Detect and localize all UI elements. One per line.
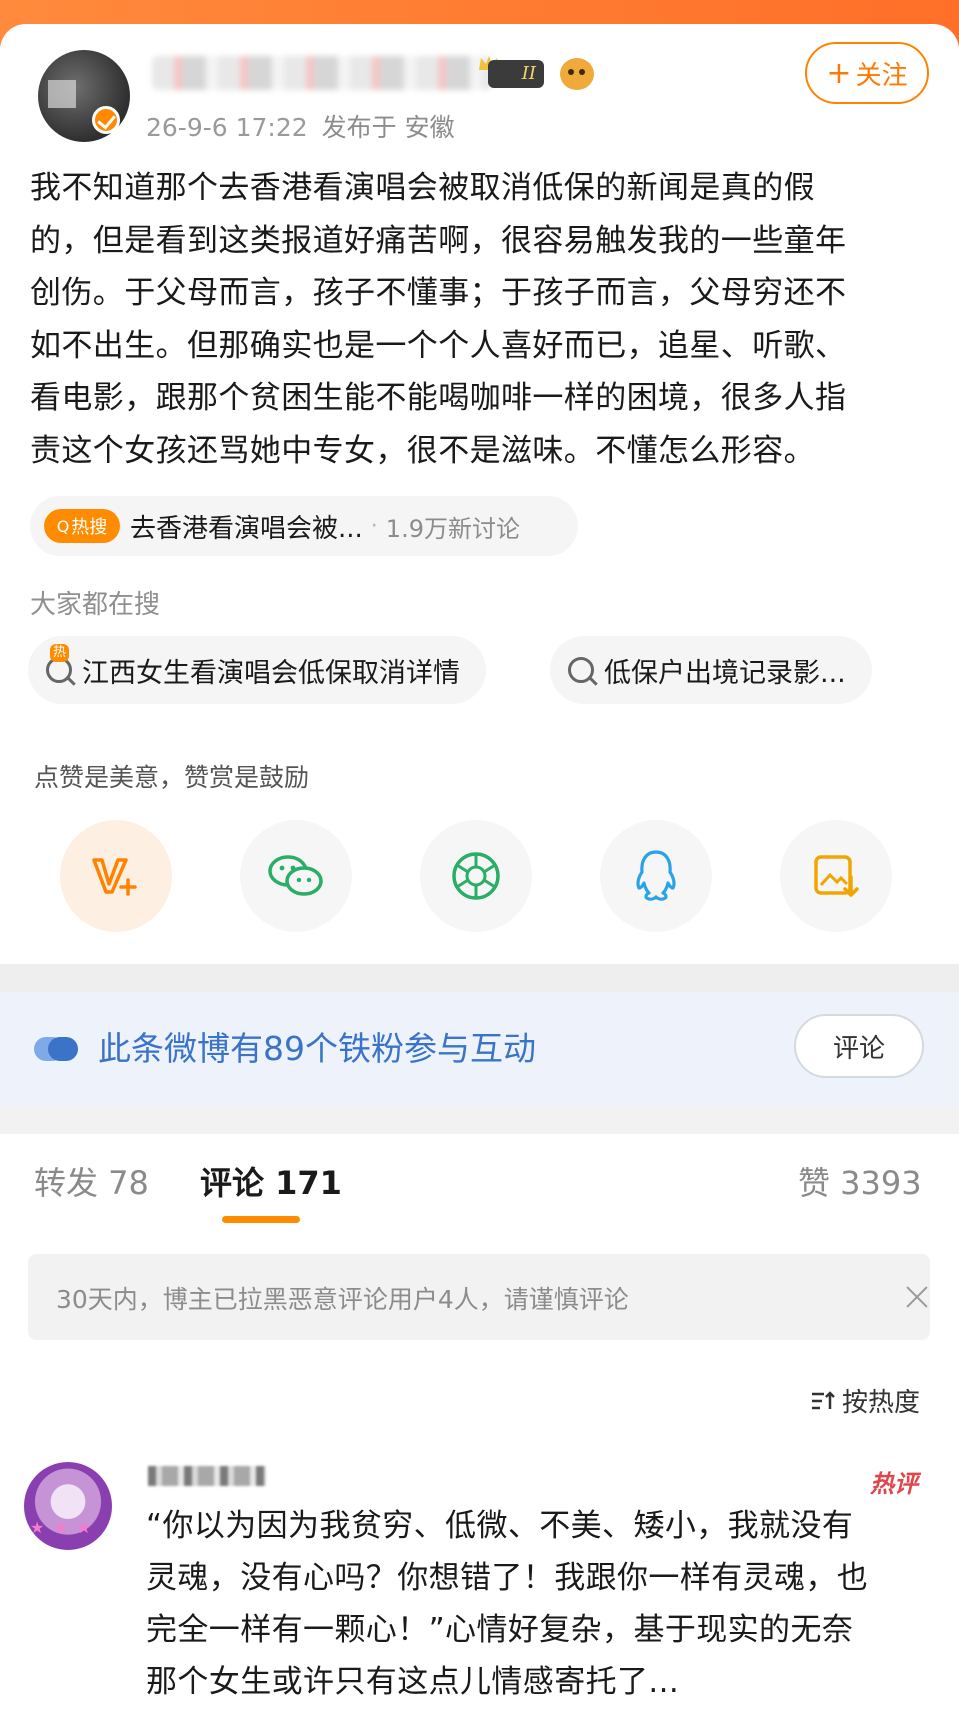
hot-topic-chip[interactable]: Q 热搜 去香港看演唱会被... · 1.9万新讨论 xyxy=(30,496,578,556)
commenter-avatar[interactable] xyxy=(24,1462,112,1550)
post-line: 的，但是看到这类报道好痛苦啊，很容易触发我的一些童年 xyxy=(30,222,847,259)
verified-badge-icon xyxy=(92,106,120,134)
trending-search-chip[interactable]: 热 江西女生看演唱会低保取消详情 xyxy=(28,636,486,704)
hot-topic-count: 1.9万新讨论 xyxy=(385,514,520,543)
moments-icon xyxy=(452,852,500,900)
section-divider xyxy=(0,964,959,992)
active-tab-indicator xyxy=(222,1216,300,1223)
follow-button[interactable]: + 关注 xyxy=(805,42,929,104)
fans-badge-icon xyxy=(34,1037,78,1061)
plus-icon: + xyxy=(826,55,852,91)
reward-tip: 点赞是美意，赞赏是鼓励 xyxy=(34,763,310,792)
post-line: 创伤。于父母而言，孩子不懂事；于孩子而言，父母穷还不 xyxy=(30,275,847,311)
fans-interaction-bar[interactable]: 此条微博有89个铁粉参与互动 评论 xyxy=(0,992,959,1106)
hot-search-label: 热搜 xyxy=(71,517,108,538)
post-line: 看电影，跟那个贫困生能不能喝咖啡一样的困境，很多人指 xyxy=(30,380,847,416)
commenter-name-blurred[interactable] xyxy=(148,1466,266,1486)
tab-repost[interactable]: 转发 78 xyxy=(34,1158,149,1204)
comment-body: “你以为因为我贫穷、低微、不美、矮小，我就没有 灵魂，没有心吗？你想错了！我跟你… xyxy=(146,1500,936,1708)
post-line: 责这个女孩还骂她中专女，很不是滋味。不懂怎么形容。 xyxy=(30,432,815,469)
hot-comment-badge: 热评 xyxy=(870,1469,918,1498)
separator: · xyxy=(370,513,378,539)
post-body: 我不知道那个去香港看演唱会被取消低保的新闻是真的假 的，但是看到这类报道好痛苦啊… xyxy=(30,162,936,477)
trending-search-text: 江西女生看演唱会低保取消详情 xyxy=(82,657,460,689)
post-line: 如不出生。但那确实也是一个个人喜好而已，追星、听歌、 xyxy=(30,327,847,364)
save-image-icon xyxy=(814,855,859,897)
vip-level-badge: II xyxy=(488,60,544,88)
comment-line: 完全一样有一颗心！”心情好复杂，基于现实的无奈 xyxy=(146,1612,854,1648)
fans-interaction-text: 此条微博有89个铁粉参与互动 xyxy=(98,1029,536,1068)
follow-label: 关注 xyxy=(855,60,908,91)
post-line: 我不知道那个去香港看演唱会被取消低保的新闻是真的假 xyxy=(30,170,815,206)
hot-mark: 热 xyxy=(50,644,70,662)
trending-searches-label: 大家都在搜 xyxy=(30,590,161,620)
share-wechat-button[interactable] xyxy=(240,820,352,932)
fans-comment-button[interactable]: 评论 xyxy=(794,1014,924,1078)
comment-line: “你以为因为我贫穷、低微、不美、矮小，我就没有 xyxy=(146,1508,854,1544)
post-date: 26-9-6 17:22 xyxy=(146,113,308,142)
share-qq-button[interactable] xyxy=(600,820,712,932)
tab-comment[interactable]: 评论 171 xyxy=(200,1158,342,1204)
trending-search-text: 低保户出境记录影... xyxy=(604,657,846,689)
reward-button[interactable] xyxy=(60,820,172,932)
trending-search-chip[interactable]: 低保户出境记录影... xyxy=(550,636,872,704)
hot-search-badge: Q 热搜 xyxy=(44,509,120,543)
qq-icon xyxy=(636,850,676,901)
author-name-blurred[interactable] xyxy=(152,56,492,90)
post-meta: 26-9-6 17:22 发布于 安徽 xyxy=(146,108,455,144)
search-icon: Q xyxy=(56,516,70,536)
comment-line: 那个女生或许只有这点儿情感寄托了... xyxy=(146,1664,680,1700)
section-divider xyxy=(0,1106,959,1134)
search-icon xyxy=(568,657,594,683)
sort-label: 按热度 xyxy=(842,1388,921,1418)
tab-like[interactable]: 赞 3393 xyxy=(798,1158,922,1204)
sort-toggle[interactable]: 按热度 xyxy=(810,1382,920,1419)
wechat-icon xyxy=(268,855,323,896)
block-notice-text: 30天内，博主已拉黑恶意评论用户4人，请谨慎评论 xyxy=(56,1285,629,1314)
hot-topic-title: 去香港看演唱会被... xyxy=(130,513,363,544)
fan-emoji-icon xyxy=(560,58,594,90)
save-image-button[interactable] xyxy=(780,820,892,932)
close-icon[interactable] xyxy=(902,1282,932,1312)
share-moments-button[interactable] xyxy=(420,820,532,932)
sort-icon xyxy=(812,1390,835,1409)
post-location: 发布于 安徽 xyxy=(321,113,455,142)
comment-line: 灵魂，没有心吗？你想错了！我跟你一样有灵魂，也 xyxy=(146,1560,869,1596)
block-notice: 30天内，博主已拉黑恶意评论用户4人，请谨慎评论 xyxy=(28,1254,930,1340)
reward-v-icon xyxy=(92,858,137,896)
